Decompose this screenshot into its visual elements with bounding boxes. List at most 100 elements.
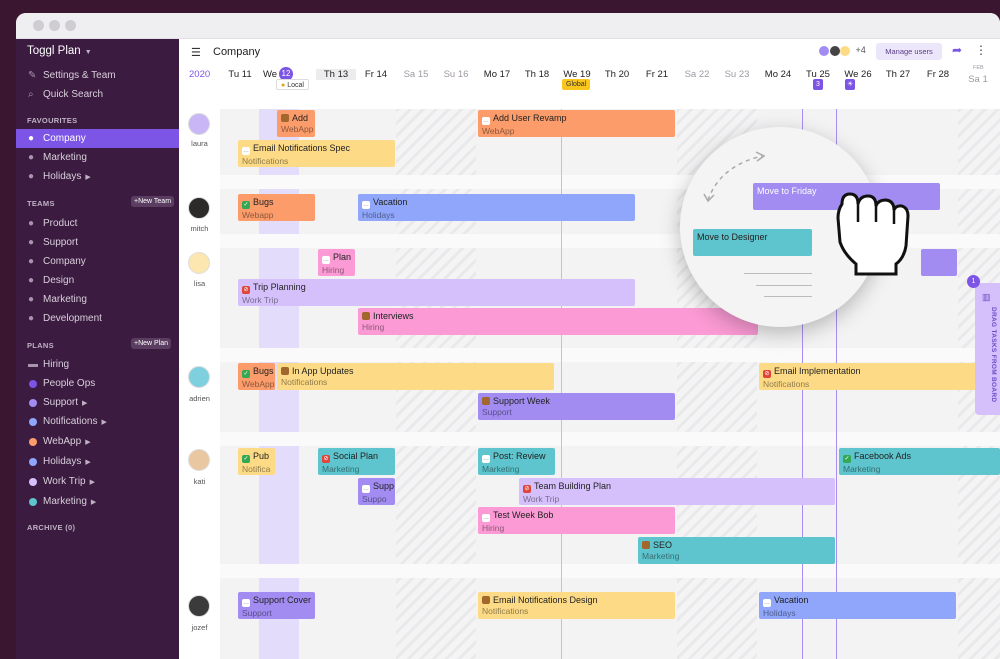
window-maximize-dot[interactable]	[65, 20, 76, 31]
task-card[interactable]: ⊘ Email Implementation Notifications	[759, 363, 1000, 390]
comment-icon: …	[362, 485, 370, 493]
global-badge[interactable]: Global	[562, 79, 591, 90]
timeline-icon: ▬	[28, 359, 38, 370]
teams-heading: TEAMS	[27, 199, 55, 208]
task-card[interactable]: … Test Week Bob Hiring	[478, 507, 675, 534]
plan-color-dot	[29, 498, 37, 506]
task-card[interactable]: ✓ Facebook Ads Marketing	[839, 448, 1000, 475]
share-icon[interactable]: ➦	[952, 43, 962, 57]
team-marketing[interactable]: ● Marketing	[16, 290, 179, 309]
plan-work-trip[interactable]: Work Trip ▶	[16, 472, 179, 491]
chevron-right-icon: ▶	[82, 400, 88, 407]
drag-tasks-panel-tab[interactable]: ▥ DRAG TASKS FROM BOARD	[975, 283, 1000, 415]
plan-color-dot	[29, 478, 37, 486]
top-bar: ☰ Company +4 Manage users ➦ ⋮	[179, 39, 1000, 65]
task-card[interactable]: … Support Cover Support	[238, 592, 315, 619]
task-card[interactable]: Add WebApp	[277, 110, 315, 137]
task-card[interactable]: ✓ Bugs Webapp	[238, 194, 315, 221]
more-options-icon[interactable]: ⋮	[975, 43, 987, 57]
plan-color-dot	[29, 380, 37, 388]
comment-icon: …	[763, 599, 771, 607]
plan-people-ops[interactable]: People Ops	[16, 374, 179, 393]
archive-link[interactable]: ARCHIVE (0)	[27, 523, 75, 532]
task-type-icon	[642, 541, 650, 549]
milestone-badge[interactable]: 3	[813, 79, 823, 90]
favourite-company[interactable]: ● Company	[16, 129, 179, 148]
day-label: Sa 1	[968, 74, 988, 85]
window-minimize-dot[interactable]	[49, 20, 60, 31]
team-company[interactable]: ● Company	[16, 252, 179, 271]
chevron-down-icon: ▼	[84, 49, 92, 56]
manage-users-button[interactable]: Manage users	[876, 43, 942, 60]
sun-icon[interactable]: ☀	[845, 79, 856, 90]
task-card[interactable]: Email Notifications Design Notifications	[478, 592, 675, 619]
window-close-dot[interactable]	[33, 20, 44, 31]
placeholder-line	[744, 273, 812, 274]
board-icon: ▥	[982, 292, 991, 302]
avatar[interactable]	[188, 252, 210, 274]
new-team-button[interactable]: +New Team	[131, 196, 175, 207]
blocked-icon: ⊘	[242, 286, 250, 294]
day-label: We 26	[844, 69, 872, 80]
favourite-marketing[interactable]: ● Marketing	[16, 148, 179, 167]
plan-marketing[interactable]: Marketing ▶	[16, 492, 179, 511]
task-card[interactable]: ⊘ Social Plan Marketing	[318, 448, 395, 475]
plan-color-dot	[29, 418, 37, 426]
plan-hiring[interactable]: ▬ Hiring	[16, 355, 179, 374]
checkbox-icon: ✓	[242, 455, 250, 463]
drag-tasks-label: DRAG TASKS FROM BOARD	[990, 307, 997, 403]
favourites-heading: FAVOURITES	[27, 116, 78, 125]
team-product[interactable]: ● Product	[16, 214, 179, 233]
task-card[interactable]	[921, 249, 957, 276]
team-development[interactable]: ● Development	[16, 309, 179, 328]
avatar[interactable]	[188, 449, 210, 471]
comment-icon: …	[362, 201, 370, 209]
avatar[interactable]	[188, 366, 210, 388]
avatar[interactable]	[188, 113, 210, 135]
task-card[interactable]: … Vacation Holidays	[759, 592, 956, 619]
task-card[interactable]: ⊘ Team Building Plan Work Trip	[519, 478, 835, 505]
quick-search-link[interactable]: ⌕ Quick Search	[16, 85, 179, 104]
task-card[interactable]: … Vacation Holidays	[358, 194, 635, 221]
task-card[interactable]: ⊘ Trip Planning Work Trip	[238, 279, 635, 306]
user-name: adrien	[189, 394, 210, 403]
avatar	[829, 45, 840, 56]
new-plan-button[interactable]: +New Plan	[131, 338, 172, 349]
task-card[interactable]: … Supp Suppo	[358, 478, 395, 505]
checkbox-icon: ✓	[242, 201, 250, 209]
day-label: Su 23	[724, 69, 750, 80]
task-card[interactable]: ✓ Pub Notifica	[238, 448, 275, 475]
avatar	[840, 45, 851, 56]
team-avatars[interactable]: +4	[819, 45, 866, 56]
drag-count-badge: 1	[967, 275, 980, 288]
task-type-icon	[281, 367, 289, 375]
team-icon: ●	[28, 313, 35, 324]
row-separator	[220, 432, 1000, 446]
team-icon: ●	[28, 133, 35, 144]
move-to-designer-card[interactable]: Move to Designer	[693, 229, 812, 256]
task-card[interactable]: … Email Notifications Spec Notifications	[238, 140, 395, 167]
workspace-switcher[interactable]: Toggl Plan ▼	[27, 45, 92, 57]
task-card[interactable]: … Add User Revamp WebApp	[478, 110, 675, 137]
avatar[interactable]	[188, 595, 210, 617]
favourite-holidays[interactable]: ● Holidays ▶	[16, 167, 179, 186]
task-card[interactable]: ✓ Bugs WebApp	[238, 363, 275, 390]
team-support[interactable]: ● Support	[16, 233, 179, 252]
task-card[interactable]: SEO Marketing	[638, 537, 835, 564]
task-card[interactable]: … Plan Hiring	[318, 249, 355, 276]
local-badge[interactable]: ● Local	[276, 79, 309, 90]
task-card[interactable]: … Post: Review Marketing	[478, 448, 555, 475]
menu-icon[interactable]: ☰	[191, 46, 201, 59]
task-card[interactable]: In App Updates Notifications	[277, 363, 554, 390]
plan-webapp[interactable]: WebApp ▶	[16, 432, 179, 451]
plan-notifications[interactable]: Notifications ▶	[16, 412, 179, 431]
avatar[interactable]	[188, 197, 210, 219]
plan-support[interactable]: Support ▶	[16, 393, 179, 412]
task-card[interactable]: Interviews Hiring	[358, 308, 758, 335]
chevron-right-icon: ▶	[90, 499, 97, 506]
plan-holidays[interactable]: Holidays ▶	[16, 452, 179, 471]
user-name: laura	[191, 139, 208, 148]
settings-team-link[interactable]: ✎ Settings & Team	[16, 66, 179, 85]
team-design[interactable]: ● Design	[16, 271, 179, 290]
task-card[interactable]: Support Week Support	[478, 393, 675, 420]
